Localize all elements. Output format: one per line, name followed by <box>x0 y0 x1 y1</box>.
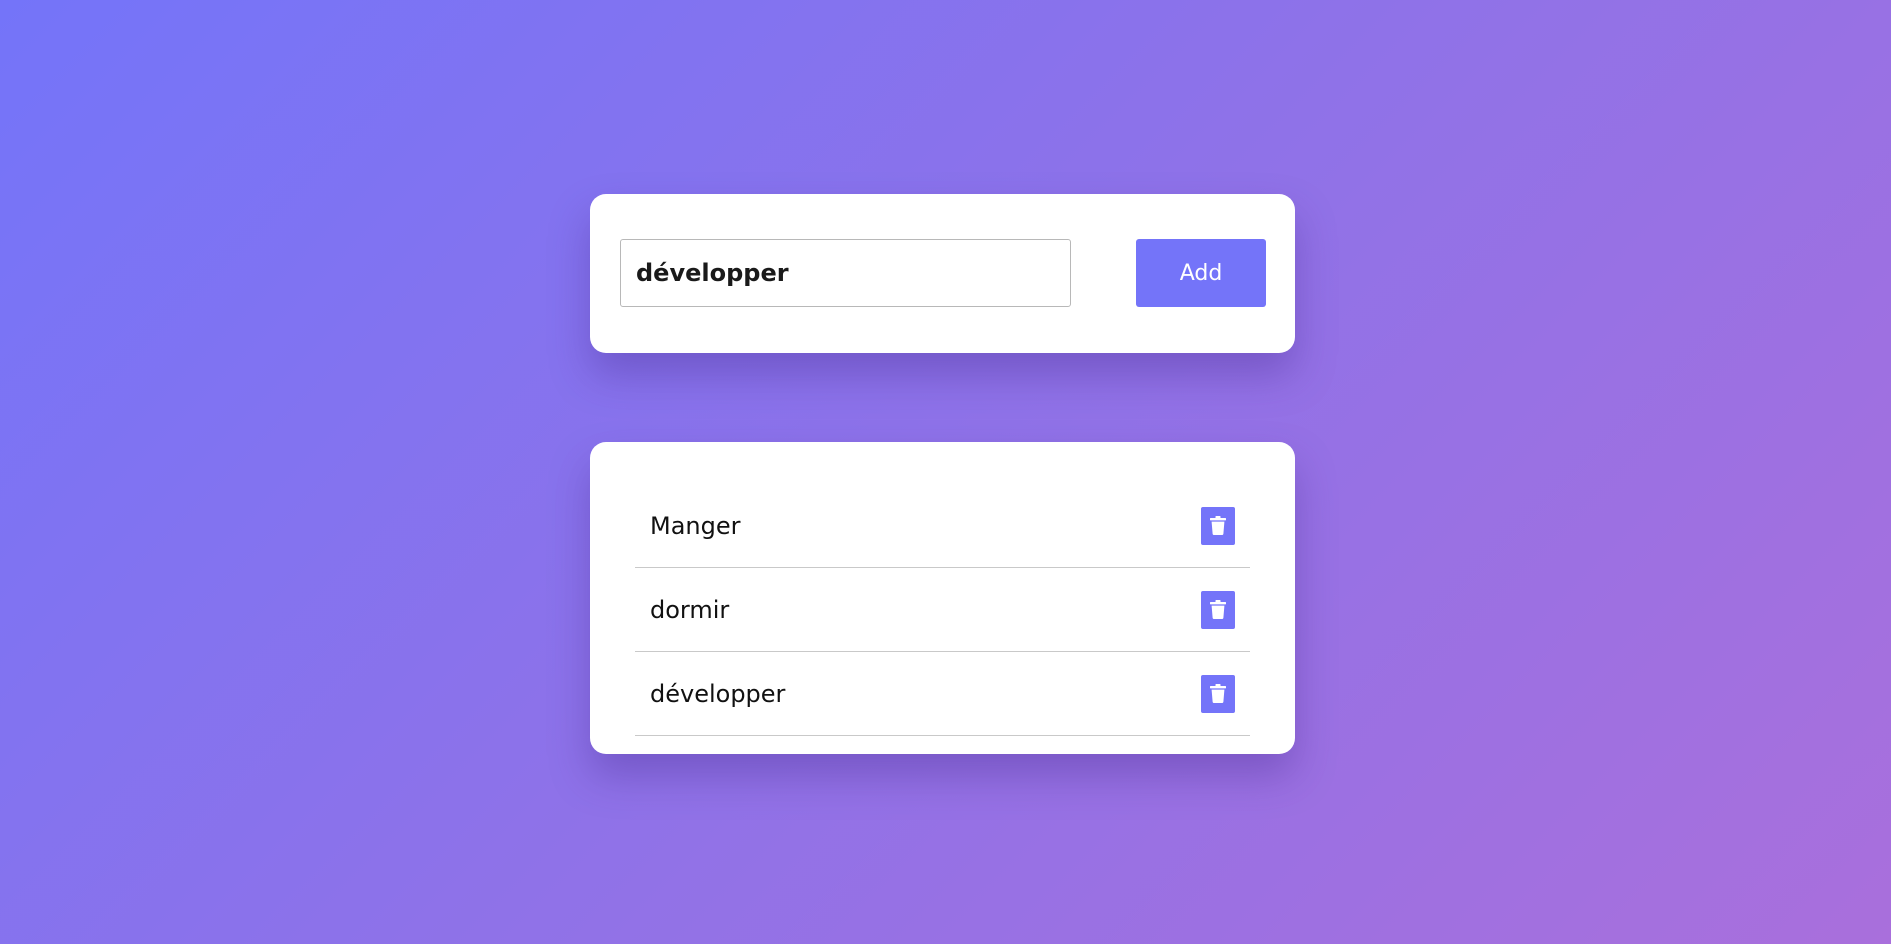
list-item: Manger <box>635 484 1250 568</box>
trash-icon <box>1210 684 1226 703</box>
task-input[interactable] <box>620 239 1071 307</box>
delete-button[interactable] <box>1201 590 1235 629</box>
trash-icon <box>1210 600 1226 619</box>
task-label: Manger <box>650 511 741 540</box>
delete-button[interactable] <box>1201 674 1235 713</box>
task-list-card: Manger dormir développer <box>590 442 1295 754</box>
add-task-card: Add <box>590 194 1295 353</box>
task-label: développer <box>650 679 786 708</box>
trash-icon <box>1210 516 1226 535</box>
add-button[interactable]: Add <box>1136 239 1266 307</box>
task-list: Manger dormir développer <box>635 484 1250 736</box>
task-label: dormir <box>650 595 730 624</box>
delete-button[interactable] <box>1201 506 1235 545</box>
list-item: dormir <box>635 568 1250 652</box>
list-item: développer <box>635 652 1250 736</box>
